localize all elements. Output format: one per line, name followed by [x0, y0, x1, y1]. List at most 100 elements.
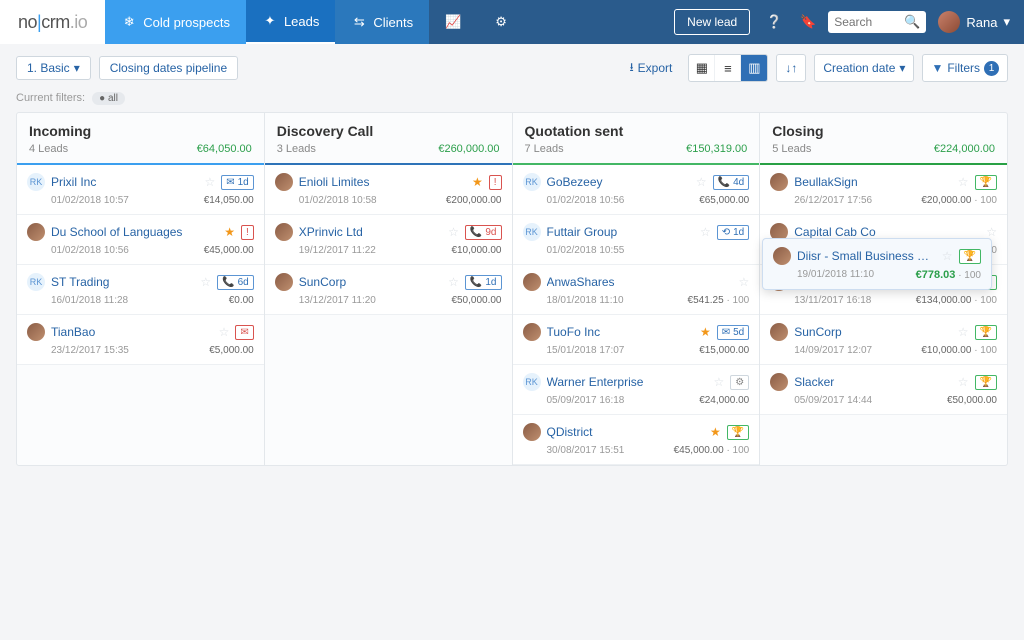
lead-name[interactable]: AnwaShares [547, 275, 733, 289]
lead-name[interactable]: Warner Enterprise [547, 375, 708, 389]
user-menu[interactable]: Rana ▾ [938, 11, 1010, 33]
lead-name[interactable]: TuoFo Inc [547, 325, 694, 339]
lead-card[interactable]: QDistrict★🏆30/08/2017 15:51€45,000.00 · … [513, 415, 760, 465]
lead-card[interactable]: BeullakSign☆🏆26/12/2017 17:56€20,000.00 … [760, 165, 1007, 215]
star-icon[interactable]: ☆ [204, 175, 215, 189]
action-badge[interactable]: 🏆 [975, 175, 997, 190]
lead-card[interactable]: RKGoBezeey☆📞4d01/02/2018 10:56€65,000.00 [513, 165, 760, 215]
star-icon[interactable]: ☆ [700, 225, 711, 239]
new-lead-button[interactable]: New lead [674, 9, 750, 35]
lead-card[interactable]: TuoFo Inc★✉5d15/01/2018 17:07€15,000.00 [513, 315, 760, 365]
bookmark-icon[interactable]: 🔖 [794, 8, 822, 36]
pipeline-selector[interactable]: Closing dates pipeline [99, 56, 238, 80]
action-badge[interactable]: 🏆 [975, 325, 997, 340]
lead-card[interactable]: Slacker☆🏆05/09/2017 14:44€50,000.00 [760, 365, 1007, 415]
lead-card[interactable]: TianBao☆✉23/12/2017 15:35€5,000.00 [17, 315, 264, 365]
action-badge[interactable]: 📞1d [465, 275, 502, 290]
search-input[interactable] [834, 15, 904, 29]
lead-card[interactable]: RKPrixil Inc☆✉1d01/02/2018 10:57€14,050.… [17, 165, 264, 215]
lead-name[interactable]: QDistrict [547, 425, 705, 439]
lead-card[interactable]: RKFuttair Group☆⟲1d01/02/2018 10:55 [513, 215, 760, 265]
lead-name[interactable]: Slacker [794, 375, 952, 389]
lead-name[interactable]: Capital Cab Co [794, 225, 980, 239]
export-button[interactable]: ⭳Export [629, 58, 672, 79]
star-icon[interactable]: ☆ [448, 275, 459, 289]
view-list[interactable]: ≡ [715, 55, 741, 81]
star-icon[interactable]: ☆ [942, 249, 953, 263]
filter-chip[interactable]: ● all [92, 92, 125, 105]
lead-name[interactable]: ST Trading [51, 275, 194, 289]
action-badge[interactable]: 📞6d [217, 275, 254, 290]
lead-card[interactable]: Enioli Limites★!01/02/2018 10:58€200,000… [265, 165, 512, 215]
view-selector[interactable]: 1. Basic ▾ [16, 56, 91, 80]
lead-name[interactable]: Futtair Group [547, 225, 694, 239]
star-icon[interactable]: ☆ [219, 325, 230, 339]
star-icon[interactable]: ☆ [448, 225, 459, 239]
star-icon[interactable]: ☆ [738, 275, 749, 289]
action-badge[interactable]: ⚙ [730, 375, 749, 390]
star-icon[interactable]: ☆ [958, 325, 969, 339]
chevron-down-icon: ▾ [899, 61, 905, 75]
lead-amount: €24,000.00 [699, 395, 749, 406]
lead-name[interactable]: SunCorp [299, 275, 442, 289]
action-badge[interactable]: ✉5d [717, 325, 750, 340]
action-badge[interactable]: 🏆 [727, 425, 749, 440]
action-badge[interactable]: ⟲1d [717, 225, 750, 240]
logo[interactable]: no|crm.io [0, 0, 105, 44]
nav-clients[interactable]: ⇆Clients [335, 0, 429, 44]
action-badge[interactable]: ✉1d [221, 175, 254, 190]
lead-card[interactable]: RKWarner Enterprise☆⚙05/09/2017 16:18€24… [513, 365, 760, 415]
action-badge[interactable]: 🏆 [975, 375, 997, 390]
lead-name[interactable]: BeullakSign [794, 175, 952, 189]
lead-name[interactable]: GoBezeey [547, 175, 690, 189]
star-icon[interactable]: ★ [700, 325, 711, 339]
view-grid[interactable]: ▦ [689, 55, 715, 81]
star-icon[interactable]: ☆ [958, 175, 969, 189]
status-badge[interactable]: 🏆 [959, 249, 981, 264]
lead-name[interactable]: TianBao [51, 325, 213, 339]
sort-direction[interactable]: ↓↑ [776, 54, 806, 82]
nav-settings[interactable]: ⚙ [477, 0, 525, 44]
search-icon[interactable]: 🔍 [904, 14, 920, 30]
star-icon[interactable]: ☆ [714, 375, 725, 389]
action-badge[interactable]: ✉ [235, 325, 253, 340]
lead-card[interactable]: Du School of Languages★!01/02/2018 10:56… [17, 215, 264, 265]
action-badge[interactable]: ! [241, 225, 254, 240]
filters-button[interactable]: ▼Filters1 [922, 54, 1008, 82]
star-icon[interactable]: ☆ [696, 175, 707, 189]
lead-name[interactable]: Enioli Limites [299, 175, 466, 189]
kanban-column: Quotation sent7 Leads€150,319.00RKGoBeze… [513, 112, 761, 466]
nav-cold-prospects[interactable]: ❄Cold prospects [105, 0, 246, 44]
lead-amount: €10,000.00 [451, 245, 501, 256]
help-icon[interactable]: ❔ [760, 8, 788, 36]
column-title: Quotation sent [525, 123, 748, 139]
lead-avatar [275, 273, 293, 291]
action-badge[interactable]: 📞9d [465, 225, 502, 240]
lead-card[interactable]: XPrinvic Ltd☆📞9d19/12/2017 11:22€10,000.… [265, 215, 512, 265]
lead-name[interactable]: Prixil Inc [51, 175, 198, 189]
lead-card[interactable]: AnwaShares☆18/01/2018 11:10€541.25 · 100 [513, 265, 760, 315]
lead-name[interactable]: Diisr - Small Business Services [797, 249, 936, 263]
lead-card[interactable]: SunCorp☆🏆14/09/2017 12:07€10,000.00 · 10… [760, 315, 1007, 365]
star-icon[interactable]: ☆ [986, 225, 997, 239]
lead-name[interactable]: Du School of Languages [51, 225, 218, 239]
star-icon[interactable]: ★ [472, 175, 483, 189]
lead-card[interactable]: RKST Trading☆📞6d16/01/2018 11:28€0.00 [17, 265, 264, 315]
action-badge[interactable]: 📞4d [713, 175, 750, 190]
search-box[interactable]: 🔍 [828, 11, 926, 33]
star-icon[interactable]: ☆ [958, 375, 969, 389]
nav-stats[interactable]: 📈 [429, 0, 477, 44]
view-kanban[interactable]: ▥ [741, 55, 767, 81]
lead-avatar [523, 323, 541, 341]
nav-leads[interactable]: ✦Leads [246, 0, 335, 44]
action-badge[interactable]: ! [489, 175, 502, 190]
lead-date: 23/12/2017 15:35 [51, 345, 129, 356]
lead-card[interactable]: SunCorp☆📞1d13/12/2017 11:20€50,000.00 [265, 265, 512, 315]
lead-name[interactable]: SunCorp [794, 325, 952, 339]
star-icon[interactable]: ★ [224, 225, 235, 239]
sort-field[interactable]: Creation date▾ [814, 54, 914, 82]
star-icon[interactable]: ★ [710, 425, 721, 439]
lead-name[interactable]: XPrinvic Ltd [299, 225, 442, 239]
dragging-card[interactable]: Diisr - Small Business Services ☆ 🏆 19/0… [762, 238, 992, 290]
star-icon[interactable]: ☆ [200, 275, 211, 289]
